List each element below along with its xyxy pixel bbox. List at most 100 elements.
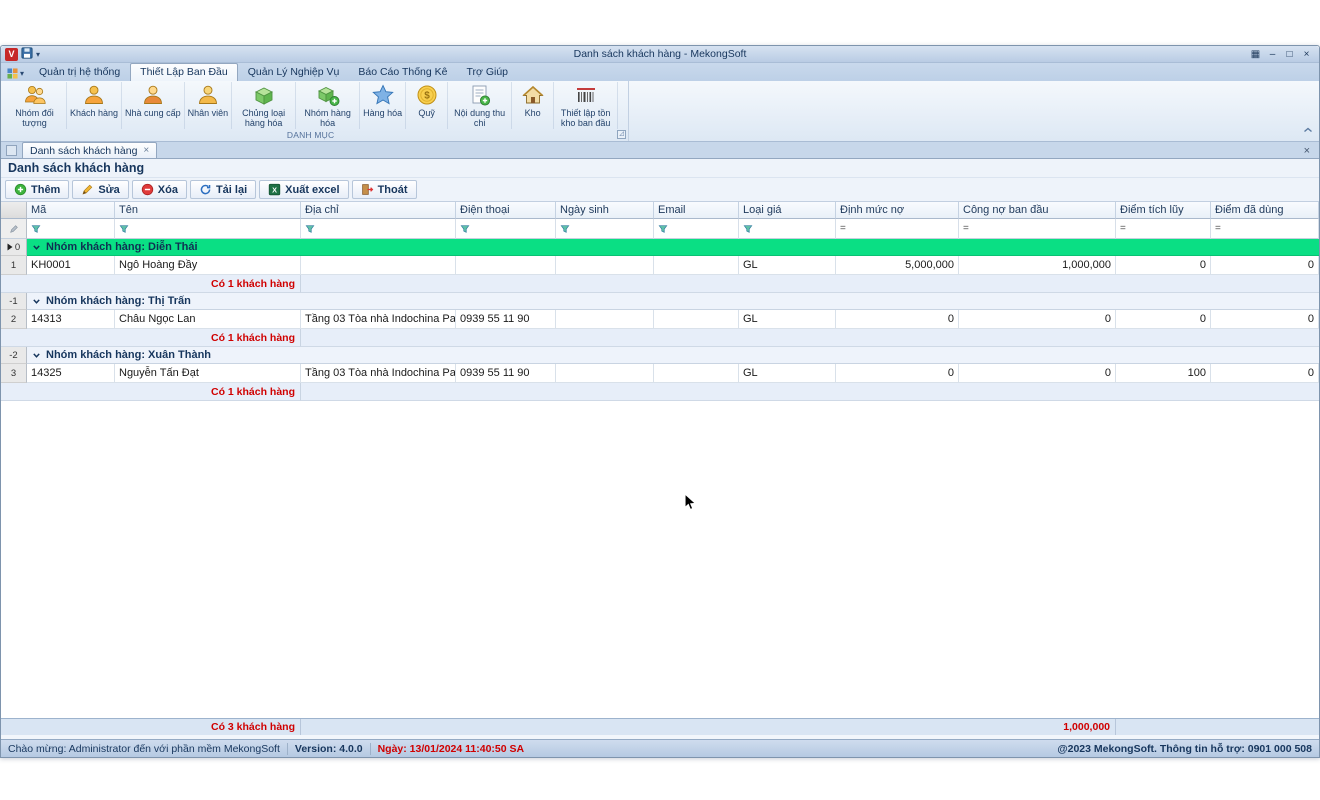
close-document-button[interactable]: × [1300, 145, 1314, 158]
app-logo-icon[interactable]: V [5, 48, 18, 61]
group-row[interactable]: -1 Nhóm khách hàng: Thị Trấn [1, 293, 1319, 310]
xuat-excel-button[interactable]: X Xuất excel [259, 180, 348, 199]
cell-diem-da-dung[interactable]: 0 [1211, 364, 1319, 383]
filter-cell-cong-no-ban-dau[interactable]: = [959, 219, 1116, 239]
ribbon-collapse-icon[interactable] [1303, 125, 1313, 137]
group-row[interactable]: -2 Nhóm khách hàng: Xuân Thành [1, 347, 1319, 364]
cell-email[interactable] [654, 310, 739, 329]
filter-cell-loai-gia[interactable] [739, 219, 836, 239]
group-row-cell[interactable]: Nhóm khách hàng: Diễn Thái [27, 239, 1319, 256]
sua-button[interactable]: Sửa [72, 180, 128, 199]
column-header-dinh-muc-no[interactable]: Định mức nợ [836, 202, 959, 219]
ribbon-item-nha-cung-cap[interactable]: Nhà cung cấp [122, 82, 185, 129]
ribbon-item-quy[interactable]: $ Quỹ [406, 82, 448, 129]
cell-dinh-muc-no[interactable]: 5,000,000 [836, 256, 959, 275]
ribbon-tab-bao-cao-thong-ke[interactable]: Báo Cáo Thống Kê [349, 64, 456, 81]
filter-cell-diem-da-dung[interactable]: = [1211, 219, 1319, 239]
cell-dien-thoai[interactable]: 0939 55 11 90 [456, 310, 556, 329]
thoat-button[interactable]: Thoát [352, 180, 417, 199]
column-header-ten[interactable]: Tên [115, 202, 301, 219]
cell-diem-tich-luy[interactable]: 0 [1116, 256, 1211, 275]
cell-diem-tich-luy[interactable]: 100 [1116, 364, 1211, 383]
cell-diem-da-dung[interactable]: 0 [1211, 310, 1319, 329]
ribbon-item-nhom-doi-tuong[interactable]: Nhóm đối tượng [3, 82, 67, 129]
ribbon-item-nhom-hang-hoa[interactable]: Nhóm hàng hóa [296, 82, 360, 129]
cell-dien-thoai[interactable]: 0939 55 11 90 [456, 364, 556, 383]
maximize-button[interactable]: □ [1282, 49, 1297, 60]
cell-dia-chi[interactable]: Tầng 03 Tòa nhà Indochina Park ... [301, 310, 456, 329]
cell-loai-gia[interactable]: GL [739, 256, 836, 275]
ribbon-tab-quan-tri-he-thong[interactable]: Quản trị hệ thống [30, 64, 129, 81]
cell-ma[interactable]: KH0001 [27, 256, 115, 275]
app-menu-button[interactable]: ▾ [5, 68, 29, 81]
column-header-dien-thoai[interactable]: Điện thoại [456, 202, 556, 219]
column-header-email[interactable]: Email [654, 202, 739, 219]
column-header-dia-chi[interactable]: Địa chỉ [301, 202, 456, 219]
cell-email[interactable] [654, 364, 739, 383]
cell-loai-gia[interactable]: GL [739, 364, 836, 383]
group-dialog-launcher-icon[interactable]: ◿ [617, 130, 626, 139]
column-header-cong-no-ban-dau[interactable]: Công nợ ban đầu [959, 202, 1116, 219]
them-button[interactable]: Thêm [5, 180, 69, 199]
column-header-diem-da-dung[interactable]: Điểm đã dùng [1211, 202, 1319, 219]
cell-ma[interactable]: 14313 [27, 310, 115, 329]
ribbon-item-chung-loai-hang-hoa[interactable]: Chủng loại hàng hóa [232, 82, 296, 129]
style-button[interactable]: ▦ [1248, 49, 1263, 60]
save-icon[interactable] [21, 47, 33, 62]
ribbon-tab-tro-giup[interactable]: Trợ Giúp [458, 64, 518, 81]
column-header-ma[interactable]: Mã [27, 202, 115, 219]
filter-cell-ten[interactable] [115, 219, 301, 239]
cell-ma[interactable]: 14325 [27, 364, 115, 383]
filter-cell-dia-chi[interactable] [301, 219, 456, 239]
cell-dinh-muc-no[interactable]: 0 [836, 310, 959, 329]
ribbon-tab-thiet-lap-ban-dau[interactable]: Thiết Lập Ban Đầu [130, 63, 238, 81]
ribbon-item-noi-dung-thu-chi[interactable]: Nội dung thu chi [448, 82, 512, 129]
doc-tabs-menu-icon[interactable] [6, 145, 17, 156]
group-row-cell[interactable]: Nhóm khách hàng: Thị Trấn [27, 293, 1319, 310]
cell-diem-tich-luy[interactable]: 0 [1116, 310, 1211, 329]
column-header-diem-tich-luy[interactable]: Điểm tích lũy [1116, 202, 1211, 219]
cell-dien-thoai[interactable] [456, 256, 556, 275]
filter-cell-ma[interactable] [27, 219, 115, 239]
ribbon-item-khach-hang[interactable]: Khách hàng [67, 82, 122, 129]
column-header-ngay-sinh[interactable]: Ngày sinh [556, 202, 654, 219]
filter-cell-dien-thoai[interactable] [456, 219, 556, 239]
table-row[interactable]: 3 14325 Nguyễn Tấn Đạt Tầng 03 Tòa nhà I… [1, 364, 1319, 383]
cell-diem-da-dung[interactable]: 0 [1211, 256, 1319, 275]
ribbon-item-thiet-lap-ton-kho[interactable]: Thiết lập tồn kho ban đầu [554, 82, 618, 129]
filter-cell-email[interactable] [654, 219, 739, 239]
grid-empty-area[interactable] [1, 401, 1319, 718]
filter-cell-dinh-muc-no[interactable]: = [836, 219, 959, 239]
cell-dia-chi[interactable]: Tầng 03 Tòa nhà Indochina Park ... [301, 364, 456, 383]
cell-ten[interactable]: Châu Ngọc Lan [115, 310, 301, 329]
cell-cong-no-ban-dau[interactable]: 0 [959, 310, 1116, 329]
cell-ngay-sinh[interactable] [556, 310, 654, 329]
cell-ten[interactable]: Nguyễn Tấn Đạt [115, 364, 301, 383]
cell-loai-gia[interactable]: GL [739, 310, 836, 329]
table-row[interactable]: 1 KH0001 Ngô Hoàng Đầy GL 5,000,000 1,00… [1, 256, 1319, 275]
cell-ngay-sinh[interactable] [556, 364, 654, 383]
ribbon-item-kho[interactable]: Kho [512, 82, 554, 129]
minimize-button[interactable]: – [1265, 49, 1280, 60]
cell-cong-no-ban-dau[interactable]: 1,000,000 [959, 256, 1116, 275]
ribbon-item-nhan-vien[interactable]: Nhân viên [185, 82, 233, 129]
cell-ten[interactable]: Ngô Hoàng Đầy [115, 256, 301, 275]
tai-lai-button[interactable]: Tải lại [190, 180, 256, 199]
cell-email[interactable] [654, 256, 739, 275]
filter-cell-diem-tich-luy[interactable]: = [1116, 219, 1211, 239]
cell-ngay-sinh[interactable] [556, 256, 654, 275]
document-tab-danh-sach-khach-hang[interactable]: Danh sách khách hàng × [22, 142, 157, 158]
filter-cell-ngay-sinh[interactable] [556, 219, 654, 239]
cell-dinh-muc-no[interactable]: 0 [836, 364, 959, 383]
xoa-button[interactable]: Xóa [132, 180, 187, 199]
cell-dia-chi[interactable] [301, 256, 456, 275]
column-header-loai-gia[interactable]: Loại giá [739, 202, 836, 219]
close-button[interactable]: × [1299, 49, 1314, 60]
group-row[interactable]: 0 Nhóm khách hàng: Diễn Thái [1, 239, 1319, 256]
ribbon-item-hang-hoa[interactable]: Hàng hóa [360, 82, 406, 129]
group-row-cell[interactable]: Nhóm khách hàng: Xuân Thành [27, 347, 1319, 364]
qat-dropdown-icon[interactable]: ▾ [36, 50, 40, 59]
tab-close-icon[interactable]: × [143, 146, 149, 156]
ribbon-tab-quan-ly-nghiep-vu[interactable]: Quản Lý Nghiệp Vụ [239, 64, 349, 81]
table-row[interactable]: 2 14313 Châu Ngọc Lan Tầng 03 Tòa nhà In… [1, 310, 1319, 329]
